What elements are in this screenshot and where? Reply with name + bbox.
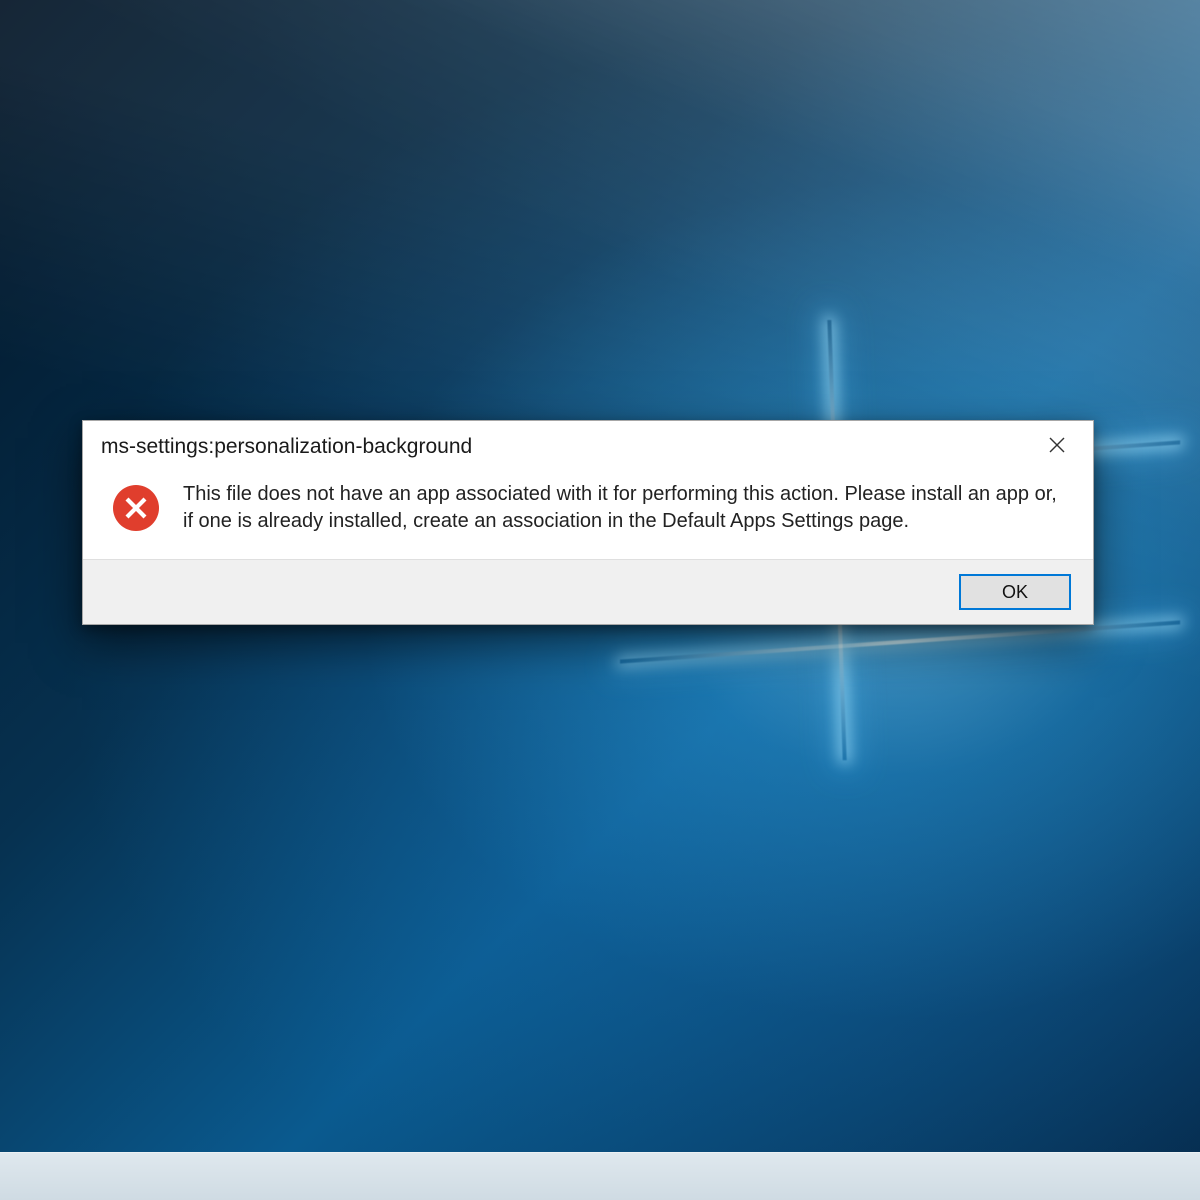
dialog-title: ms-settings:personalization-background [101, 435, 472, 459]
dialog-message: This file does not have an app associate… [183, 481, 1063, 535]
error-dialog: ms-settings:personalization-background [82, 420, 1094, 625]
dialog-titlebar: ms-settings:personalization-background [83, 421, 1093, 467]
ok-button[interactable]: OK [959, 574, 1071, 610]
dialog-body: This file does not have an app associate… [83, 467, 1093, 559]
close-icon [1049, 436, 1065, 459]
error-icon [111, 483, 161, 533]
taskbar[interactable] [0, 1152, 1200, 1200]
close-button[interactable] [1035, 431, 1079, 463]
desktop-wallpaper: ms-settings:personalization-background [0, 0, 1200, 1200]
dialog-footer: OK [83, 559, 1093, 624]
